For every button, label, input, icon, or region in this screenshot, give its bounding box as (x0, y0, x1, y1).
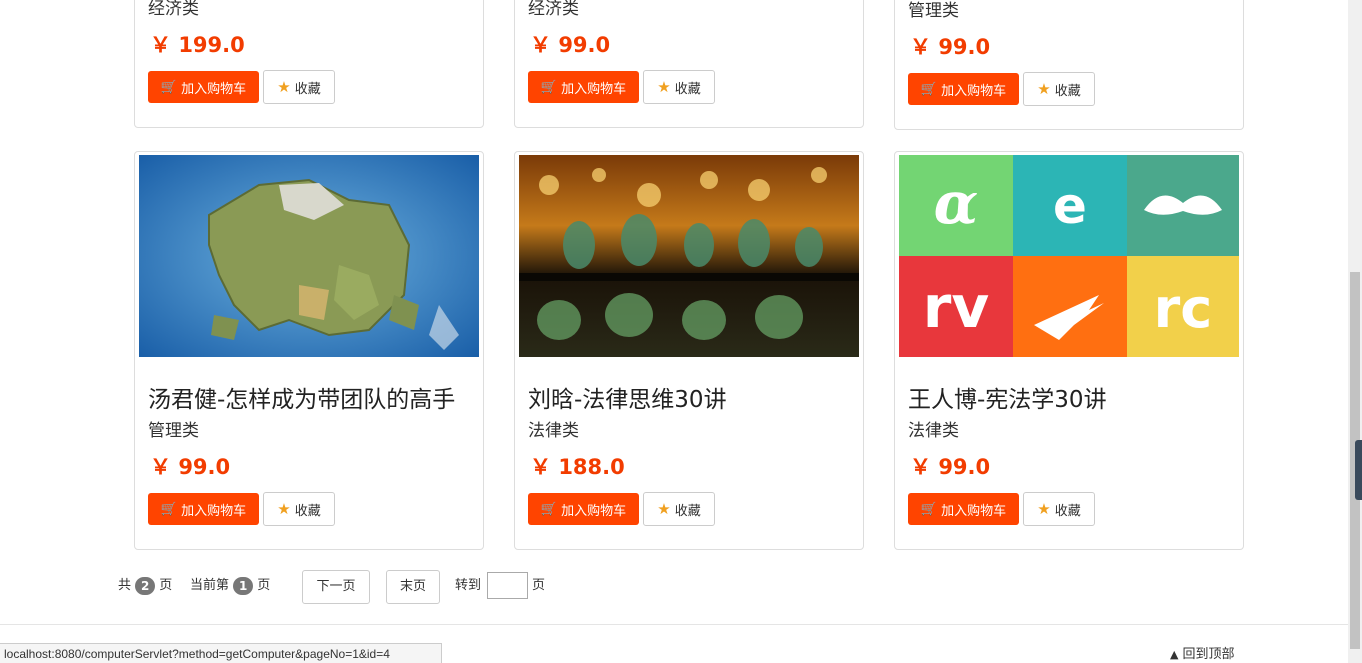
product-price: ￥ 99.0 (150, 455, 231, 479)
add-to-cart-button[interactable]: 🛒 加入购物车 (528, 493, 639, 525)
product-image-glass-bottles[interactable] (519, 155, 859, 357)
product-title[interactable]: 刘晗-法律思维30讲 (528, 385, 853, 415)
goto-page-input[interactable] (487, 572, 528, 599)
star-icon: ★ (277, 500, 291, 518)
product-category: 经济类 (528, 0, 579, 19)
add-to-cart-button[interactable]: 🛒 加入购物车 (908, 493, 1019, 525)
svg-text:α: α (934, 169, 979, 237)
add-to-cart-button[interactable]: 🛒 加入购物车 (908, 73, 1019, 105)
svg-text:rc: rc (1154, 277, 1213, 340)
product-list-viewport: 经济类 ￥ 199.0 🛒 加入购物车 ★ 收藏 经济类 ￥ 99.0 🛒 加入购物车… (0, 0, 1348, 663)
last-page-button[interactable]: 末页 (386, 570, 440, 604)
total-pages-text: 共 2 页 (118, 576, 173, 595)
favorite-button[interactable]: ★ 收藏 (263, 492, 335, 526)
favorite-button[interactable]: ★ 收藏 (643, 492, 715, 526)
favorite-button[interactable]: ★ 收藏 (263, 70, 335, 104)
favorite-button[interactable]: ★ 收藏 (1023, 492, 1095, 526)
add-to-cart-button[interactable]: 🛒 加入购物车 (528, 71, 639, 103)
product-card: 刘晗-法律思维30讲 法律类 ￥ 188.0 🛒 加入购物车 ★ 收藏 (514, 151, 864, 550)
product-price: ￥ 188.0 (530, 455, 625, 479)
product-title[interactable]: 汤君健-怎样成为带团队的高手 (148, 385, 473, 415)
star-icon: ★ (1037, 500, 1051, 518)
total-pages-badge: 2 (135, 576, 156, 595)
star-icon: ★ (657, 500, 671, 518)
add-to-cart-button[interactable]: 🛒 加入购物车 (148, 71, 259, 103)
product-category: 管理类 (148, 421, 199, 441)
back-to-top-link[interactable]: ▲ 回到顶部 (1170, 646, 1234, 663)
add-to-cart-button[interactable]: 🛒 加入购物车 (148, 493, 259, 525)
star-icon: ★ (657, 78, 671, 96)
cart-icon: 🛒 (160, 79, 178, 95)
side-tab[interactable] (1355, 440, 1362, 500)
cart-icon: 🛒 (160, 501, 178, 517)
star-icon: ★ (1037, 80, 1051, 98)
product-category: 管理类 (908, 1, 959, 21)
cart-icon: 🛒 (540, 501, 558, 517)
cart-icon: 🛒 (920, 501, 938, 517)
star-icon: ★ (277, 78, 291, 96)
goto-suffix: 页 (532, 578, 546, 593)
goto-label: 转到 (455, 578, 482, 593)
product-price: ￥ 99.0 (530, 33, 611, 57)
cart-icon: 🛒 (540, 79, 558, 95)
triangle-up-icon: ▲ (1170, 648, 1179, 661)
product-card: α e rv rc 王人博-宪法学30讲 法律类 ￥ 99.0 🛒 加入购物车 ★… (894, 151, 1244, 550)
cart-icon: 🛒 (920, 81, 938, 97)
browser-status-url: localhost:8080/computerServlet?method=ge… (0, 643, 442, 663)
current-page-text: 当前第 1 页 (190, 576, 271, 595)
next-page-button[interactable]: 下一页 (302, 570, 370, 604)
product-category: 法律类 (528, 421, 579, 441)
favorite-button[interactable]: ★ 收藏 (643, 70, 715, 104)
pagination: 共 2 页 当前第 1 页 下一页 末页 转到 页 (118, 570, 578, 604)
svg-text:rv: rv (923, 273, 989, 341)
product-category: 经济类 (148, 0, 199, 19)
svg-text:e: e (1053, 177, 1087, 235)
favorite-button[interactable]: ★ 收藏 (1023, 72, 1095, 106)
product-card: 管理类 ￥ 99.0 🛒 加入购物车 ★ 收藏 (894, 0, 1244, 130)
product-price: ￥ 99.0 (910, 455, 991, 479)
product-price: ￥ 199.0 (150, 33, 245, 57)
footer-divider (0, 624, 1348, 625)
current-page-badge: 1 (233, 576, 254, 595)
product-card: 经济类 ￥ 99.0 🛒 加入购物车 ★ 收藏 (514, 0, 864, 128)
product-price: ￥ 99.0 (910, 35, 991, 59)
product-image-app-logos-grid[interactable]: α e rv rc (899, 155, 1239, 357)
product-image-fantasy-map[interactable] (139, 155, 479, 357)
product-card: 汤君健-怎样成为带团队的高手 管理类 ￥ 99.0 🛒 加入购物车 ★ 收藏 (134, 151, 484, 550)
product-card: 经济类 ￥ 199.0 🛒 加入购物车 ★ 收藏 (134, 0, 484, 128)
product-title[interactable]: 王人博-宪法学30讲 (908, 385, 1233, 415)
product-category: 法律类 (908, 421, 959, 441)
